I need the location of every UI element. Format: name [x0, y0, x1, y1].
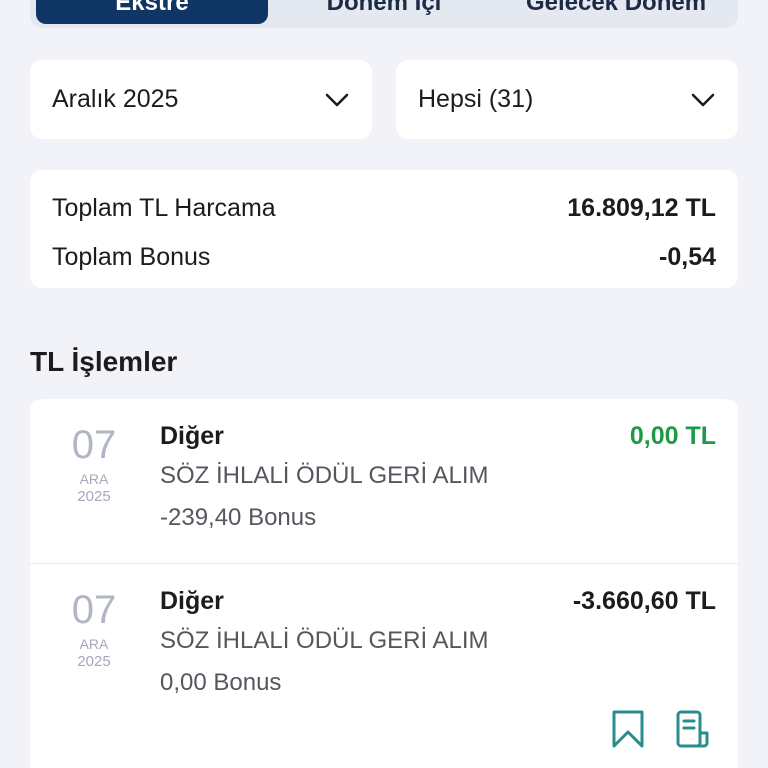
transaction-amount: 0,00 TL [629, 422, 716, 450]
period-select-value: Aralık 2025 [52, 85, 179, 113]
transaction-description: SÖZ İHLALİ ÖDÜL GERİ ALIM [160, 462, 489, 489]
total-spend-value: 16.809,12 TL [567, 193, 716, 222]
transaction-month: ARA [79, 636, 109, 652]
type-select[interactable]: Hepsi (31) [396, 60, 738, 139]
transaction-bonus: 0,00 Bonus [160, 669, 282, 696]
transaction-year: 2025 [77, 488, 111, 505]
period-select[interactable]: Aralık 2025 [30, 60, 372, 139]
tab-donem-ici[interactable]: Dönem İçi [268, 0, 500, 24]
transaction-month: ARA [79, 471, 109, 487]
segmented-tabs: Ekstre Dönem İçi Gelecek Dönem [30, 0, 738, 28]
transaction-row[interactable]: 07 ARA 2025 Diğer SÖZ İHLALİ ÖDÜL GERİ A… [30, 399, 738, 563]
transaction-bonus: -239,40 Bonus [160, 504, 317, 531]
transaction-day: 07 [71, 423, 117, 467]
transaction-date: 07 ARA 2025 [52, 423, 136, 506]
tab-gelecek-donem[interactable]: Gelecek Dönem [500, 0, 732, 24]
summary-card: Toplam TL Harcama 16.809,12 TL Toplam Bo… [30, 170, 738, 288]
transaction-amount: -3.660,60 TL [572, 587, 716, 615]
transaction-description: SÖZ İHLALİ ÖDÜL GERİ ALIM [160, 627, 489, 654]
transaction-body: Diğer SÖZ İHLALİ ÖDÜL GERİ ALIM 0,00 Bon… [160, 586, 489, 698]
type-select-value: Hepsi (31) [418, 85, 534, 113]
total-bonus-value: -0,54 [659, 242, 716, 271]
transaction-category: Diğer [160, 422, 224, 450]
transactions-card: 07 ARA 2025 Diğer SÖZ İHLALİ ÖDÜL GERİ A… [30, 399, 738, 768]
chevron-down-icon [324, 87, 350, 113]
total-spend-row: Toplam TL Harcama 16.809,12 TL [52, 188, 716, 228]
tab-ekstre[interactable]: Ekstre [36, 0, 268, 24]
bookmark-icon[interactable] [610, 709, 646, 749]
total-bonus-row: Toplam Bonus -0,54 [52, 237, 716, 277]
total-spend-label: Toplam TL Harcama [52, 193, 276, 222]
transaction-row[interactable]: 07 ARA 2025 Diğer SÖZ İHLALİ ÖDÜL GERİ A… [30, 564, 738, 768]
receipt-icon[interactable] [674, 709, 710, 749]
transaction-body: Diğer SÖZ İHLALİ ÖDÜL GERİ ALIM -239,40 … [160, 421, 489, 533]
chevron-down-icon [690, 87, 716, 113]
transaction-date: 07 ARA 2025 [52, 588, 136, 671]
transaction-day: 07 [71, 588, 117, 632]
section-title: TL İşlemler [30, 346, 178, 377]
transaction-category: Diğer [160, 587, 224, 615]
total-bonus-label: Toplam Bonus [52, 242, 211, 271]
transaction-year: 2025 [77, 653, 111, 670]
